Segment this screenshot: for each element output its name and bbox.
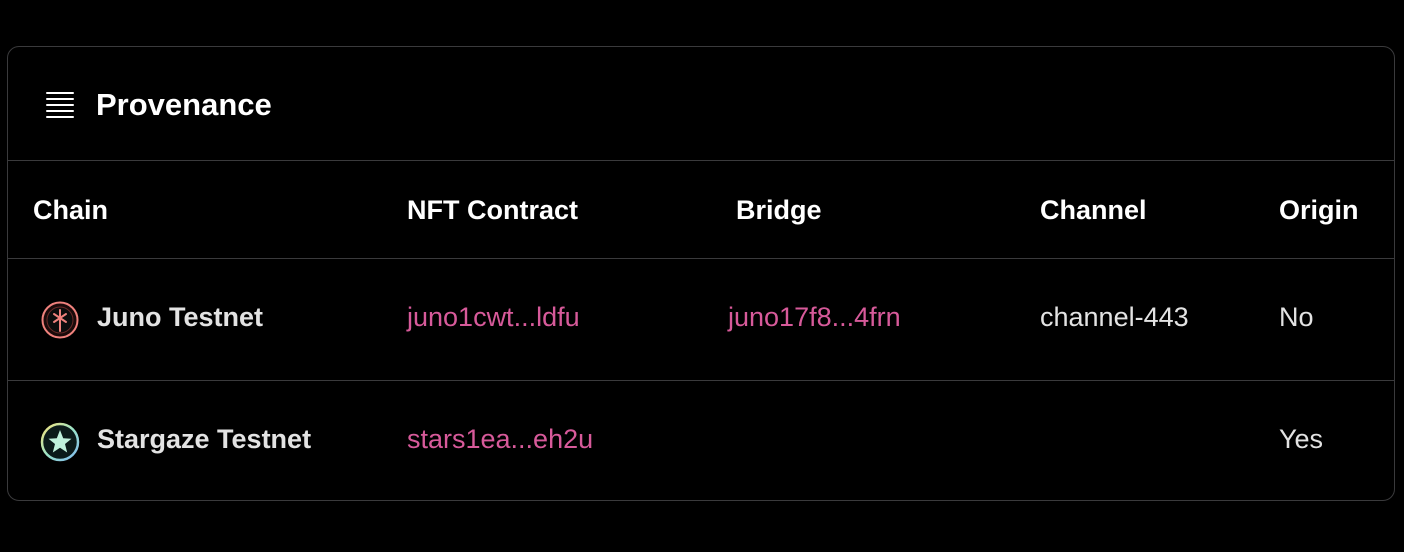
table-header-row: Chain NFT Contract Bridge Channel Origin <box>8 161 1394 259</box>
origin-value: Yes <box>1279 424 1324 454</box>
column-header-bridge: Bridge <box>736 195 822 225</box>
channel-value: channel-443 <box>1040 302 1189 332</box>
column-header-chain: Chain <box>33 195 109 225</box>
card-header: Provenance <box>8 47 1394 161</box>
stargaze-logo-icon <box>40 422 80 462</box>
column-header-origin: Origin <box>1279 195 1359 225</box>
panel-title: Provenance <box>96 87 272 122</box>
origin-value: No <box>1279 302 1314 332</box>
table-row: Stargaze Testnet stars1ea...eh2u Yes <box>8 381 1394 500</box>
nft-contract-link[interactable]: stars1ea...eh2u <box>407 423 593 455</box>
list-icon <box>46 92 74 118</box>
provenance-card: Provenance Chain NFT Contract Bridge Cha… <box>7 46 1395 501</box>
juno-logo-icon <box>41 301 79 339</box>
chain-name: Stargaze Testnet <box>97 424 312 454</box>
table-row: Juno Testnet juno1cwt...ldfu juno17f8...… <box>8 259 1394 381</box>
nft-contract-link[interactable]: juno1cwt...ldfu <box>407 301 580 333</box>
column-header-nft-contract: NFT Contract <box>407 195 578 225</box>
chain-name: Juno Testnet <box>97 302 264 332</box>
column-header-channel: Channel <box>1040 195 1147 225</box>
bridge-link[interactable]: juno17f8...4frn <box>728 301 901 333</box>
